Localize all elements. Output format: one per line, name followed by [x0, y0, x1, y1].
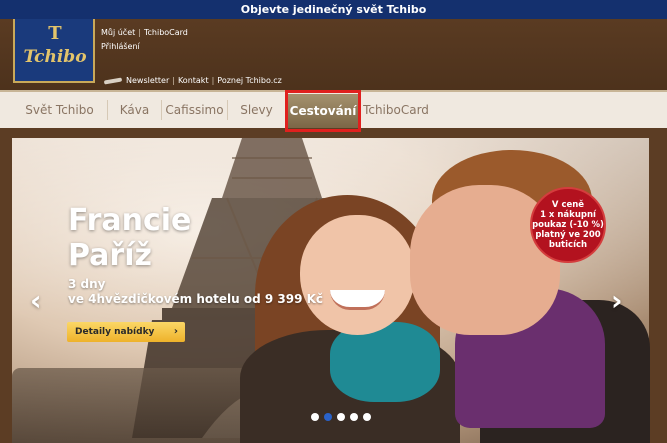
- slide-dot-3[interactable]: [337, 413, 345, 421]
- badge-line: 1 x nákupní: [540, 210, 596, 220]
- nav-item-tchibocard[interactable]: TchiboCard: [361, 92, 431, 128]
- nav-item-kava[interactable]: Káva: [108, 92, 161, 128]
- separator: |: [138, 28, 141, 37]
- poznej-tchibo-link[interactable]: Poznej Tchibo.cz: [217, 76, 282, 85]
- separator: |: [172, 76, 175, 85]
- utility-links: Newsletter | Kontakt | Poznej Tchibo.cz: [103, 76, 282, 85]
- nav-item-slevy[interactable]: Slevy: [228, 92, 285, 128]
- photo-girl-face: [300, 215, 415, 335]
- top-banner: Objevte jedinečný svět Tchibo: [0, 0, 667, 19]
- chevron-right-icon: ›: [173, 326, 178, 337]
- selection-highlight: [285, 90, 361, 132]
- hero-subtitle: 3 dny ve 4hvězdičkovém hotelu od 9 399 K…: [68, 277, 323, 307]
- hero-subtitle-line1: 3 dny: [68, 277, 106, 291]
- contact-link[interactable]: Kontakt: [178, 76, 209, 85]
- newsletter-link[interactable]: Newsletter: [126, 76, 169, 85]
- slide-dot-5[interactable]: [363, 413, 371, 421]
- slide-pagination: [311, 413, 371, 421]
- separator: |: [211, 76, 215, 85]
- offer-details-button[interactable]: Detaily nabídky ›: [67, 322, 185, 342]
- hero-title-line2: Paříž: [68, 238, 152, 273]
- feather-icon: [103, 76, 123, 85]
- bridge-image: [12, 368, 262, 443]
- nav-item-cafissimo[interactable]: Cafissimo: [162, 92, 227, 128]
- header: T Tchibo Můj účet | TchiboCard Přihlášení …: [0, 19, 667, 90]
- badge-line: buticích: [548, 240, 588, 250]
- logo-mark-icon: T: [48, 23, 62, 44]
- main-navigation: Svět Tchibo Káva Cafissimo Slevy Cestová…: [0, 90, 667, 132]
- badge-line: poukaz (-10 %): [532, 220, 604, 230]
- hero-title-line1: Francie: [68, 203, 192, 238]
- previous-slide-arrow-icon[interactable]: ‹: [30, 287, 42, 315]
- login-link[interactable]: Přihlášení: [101, 42, 140, 51]
- tchibocard-link[interactable]: TchiboCard: [144, 28, 188, 37]
- promo-badge: V ceně 1 x nákupní poukaz (-10 %) platný…: [530, 187, 606, 263]
- hero-title: Francie Paříž: [68, 203, 191, 273]
- tchibo-logo[interactable]: T Tchibo: [13, 19, 95, 83]
- badge-line: platný ve 200: [535, 230, 601, 240]
- my-account-link[interactable]: Můj účet: [101, 28, 135, 37]
- slide-dot-4[interactable]: [350, 413, 358, 421]
- nav-item-svet-tchibo[interactable]: Svět Tchibo: [12, 92, 107, 128]
- slide-dot-1[interactable]: [311, 413, 319, 421]
- badge-line: V ceně: [551, 200, 585, 210]
- offer-details-label: Detaily nabídky: [75, 327, 155, 337]
- hero-subtitle-line2: ve 4hvězdičkovém hotelu od 9 399 Kč: [68, 292, 324, 306]
- slide-dot-2[interactable]: [324, 413, 332, 421]
- next-slide-arrow-icon[interactable]: ›: [611, 287, 623, 315]
- logo-wordmark: Tchibo: [23, 47, 87, 67]
- account-links: Můj účet | TchiboCard: [101, 28, 188, 37]
